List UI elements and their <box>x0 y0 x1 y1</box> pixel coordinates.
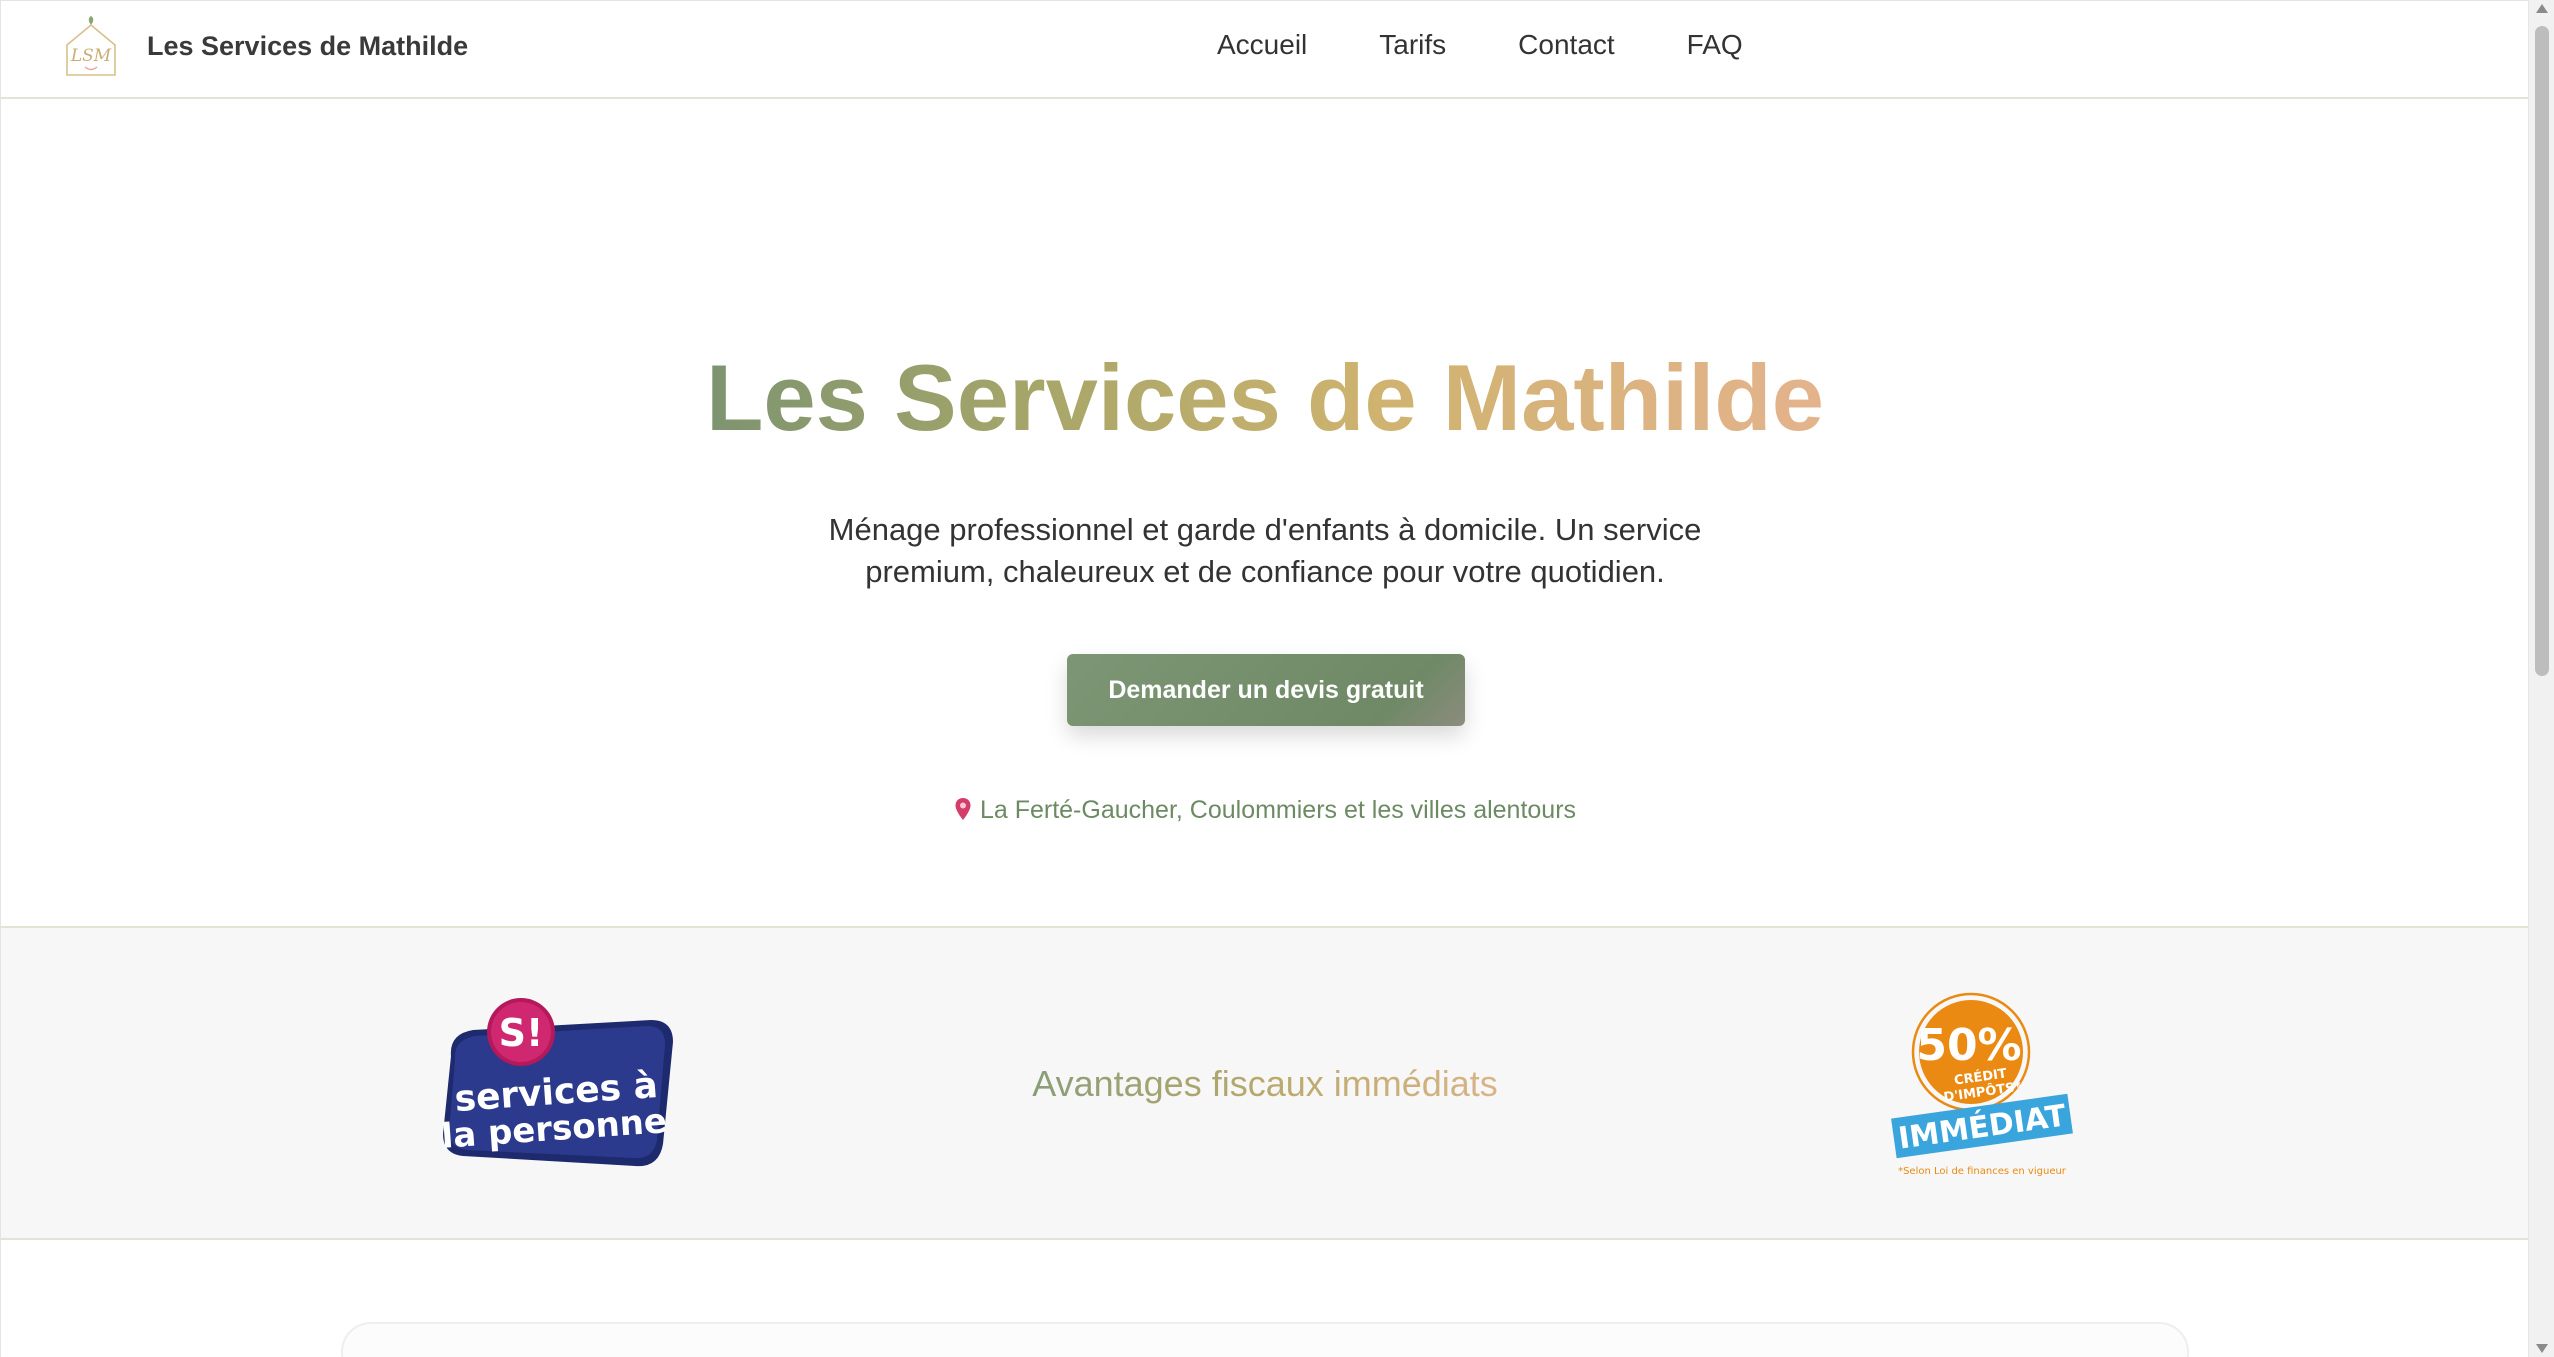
hero-subtitle: Ménage professionnel et garde d'enfants … <box>828 512 1702 589</box>
tax-benefits-title-text: Avantages fiscaux immédiats <box>1032 1063 1498 1104</box>
scroll-down-arrow-icon[interactable] <box>2536 1344 2548 1353</box>
scrollbar[interactable] <box>2528 0 2554 1357</box>
service-area: La Ferté-Gaucher, Coulommiers et les vil… <box>1 796 2528 825</box>
nav-contact[interactable]: Contact <box>1518 29 1615 61</box>
hero-title-text: Les Services de Mathilde <box>705 345 1825 450</box>
nav-accueil[interactable]: Accueil <box>1217 29 1307 61</box>
brand-name[interactable]: Les Services de Mathilde <box>147 31 468 62</box>
site-header: LSM Les Services de Mathilde Accueil Tar… <box>1 1 2528 99</box>
credit-note: *Selon Loi de finances en vigueur <box>1898 1166 2067 1177</box>
scroll-thumb[interactable] <box>2535 26 2549 676</box>
content-card <box>341 1322 2189 1357</box>
page: LSM Les Services de Mathilde Accueil Tar… <box>0 0 2528 1357</box>
logo-initials: LSM <box>70 46 112 66</box>
hero-section: Les Services de Mathilde Ménage professi… <box>1 99 2528 926</box>
map-pin-icon <box>955 798 971 820</box>
tax-benefits-title: Avantages fiscaux immédiats <box>1 1063 2528 1105</box>
quote-request-button[interactable]: Demander un devis gratuit <box>1067 654 1465 726</box>
main-nav: Accueil Tarifs Contact FAQ <box>1217 29 1743 61</box>
scroll-up-arrow-icon[interactable] <box>2536 4 2548 13</box>
nav-tarifs[interactable]: Tarifs <box>1379 29 1446 61</box>
logo-icon[interactable]: LSM <box>61 15 121 79</box>
nav-faq[interactable]: FAQ <box>1687 29 1743 61</box>
sap-badge-text: S! <box>499 1011 544 1055</box>
hero-title: Les Services de Mathilde <box>1 344 2528 452</box>
credit-percent: 50% <box>1916 1020 2021 1071</box>
tax-credit-badge: 50% CRÉDIT D'IMPÔTS* IMMÉDIAT *Selon Loi… <box>1891 992 2073 1177</box>
service-area-text: La Ferté-Gaucher, Coulommiers et les vil… <box>979 796 1577 824</box>
tax-benefits-band: S! services à la personne Avantages fisc… <box>1 926 2528 1240</box>
